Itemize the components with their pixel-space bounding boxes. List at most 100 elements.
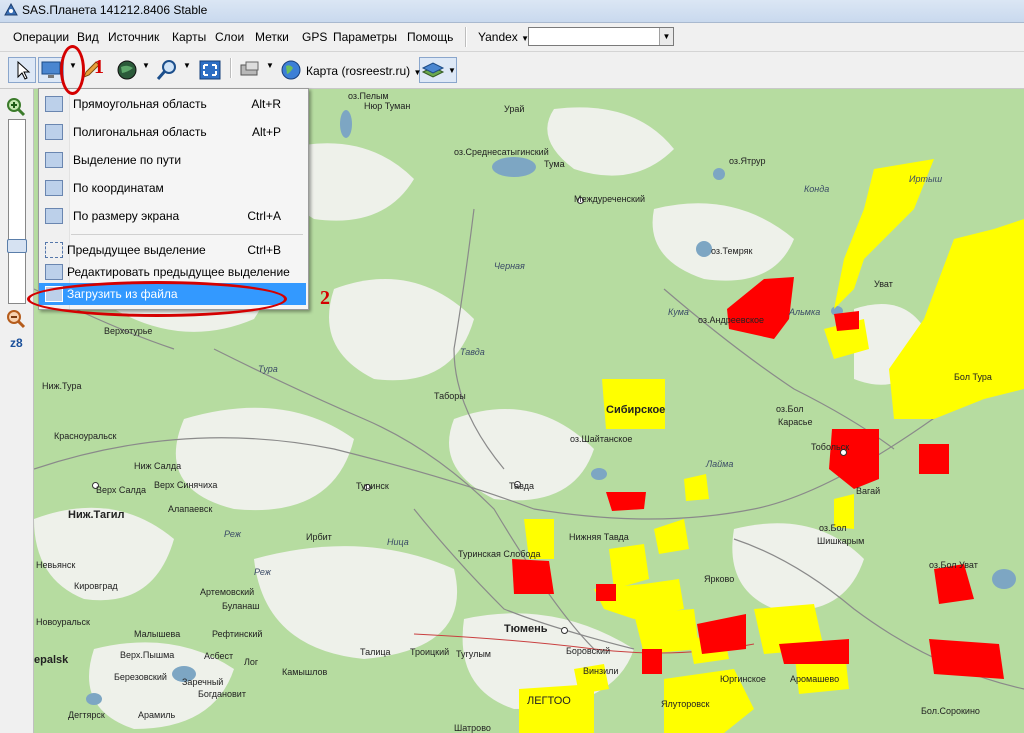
- title-bar: SAS.Планета 141212.8406 Stable: [0, 0, 1024, 23]
- menu-item-shortcut: Alt+R: [251, 97, 281, 111]
- polygon-area-icon: [45, 124, 63, 140]
- chevron-down-icon: ▼: [413, 68, 422, 77]
- menu-item-path-selection[interactable]: Выделение по пути: [39, 149, 306, 171]
- map-label: Тума: [544, 159, 565, 169]
- search-input[interactable]: ▼: [528, 27, 674, 46]
- map-source-label: Карта (rosreestr.ru): [306, 64, 411, 78]
- map-label: оз.Среднесатыгинский: [454, 147, 549, 157]
- menu-operations[interactable]: Операции: [13, 30, 69, 44]
- map-label: Артемовский: [200, 587, 255, 597]
- menu-item-by-coordinates[interactable]: По координатам: [39, 177, 306, 199]
- map-label: Буланаш: [222, 601, 260, 611]
- map-label: Дегтярск: [68, 710, 105, 720]
- fullscreen-icon[interactable]: [198, 59, 222, 81]
- map-label: оз.Бол: [776, 404, 804, 414]
- satellite-icon[interactable]: [238, 59, 264, 81]
- search-provider-label: Yandex: [478, 30, 518, 44]
- monitor-icon: [45, 208, 63, 224]
- menu-item-shortcut: Ctrl+A: [247, 209, 281, 223]
- map-label: Верх.Пышма: [120, 650, 175, 660]
- map-label: Кума: [668, 307, 689, 317]
- pointer-tool-button[interactable]: [8, 57, 36, 83]
- annotation-circle-1: [60, 45, 85, 95]
- map-label: Аромашево: [790, 674, 840, 684]
- menu-marks[interactable]: Метки: [255, 30, 289, 44]
- chevron-down-icon[interactable]: ▼: [142, 61, 150, 70]
- annotation-ellipse-2: [27, 281, 287, 317]
- menu-item-previous-selection[interactable]: Предыдущее выделение Ctrl+B: [39, 239, 306, 261]
- map-label: Новоуральск: [36, 617, 90, 627]
- menu-settings[interactable]: Параметры: [333, 30, 397, 44]
- layers-button[interactable]: ▼: [419, 57, 457, 83]
- rectangle-area-icon: [45, 96, 63, 112]
- menu-item-label: По размеру экрана: [73, 209, 180, 223]
- window-title: SAS.Планета 141212.8406 Stable: [22, 3, 208, 17]
- map-label: Ниж Салда: [134, 461, 182, 471]
- map-label: Реж: [224, 529, 241, 539]
- map-label: оз.Бол Уват: [929, 560, 978, 570]
- menu-maps[interactable]: Карты: [172, 30, 206, 44]
- menu-separator: [71, 234, 303, 235]
- map-label: Ярково: [704, 574, 735, 584]
- map-label: Ялуторовск: [661, 699, 710, 709]
- globe-icon[interactable]: [116, 59, 138, 81]
- search-provider-button[interactable]: Yandex ▼: [478, 30, 529, 44]
- zoom-in-icon[interactable]: [6, 97, 26, 117]
- annotation-number-1: 1: [94, 56, 104, 78]
- zoom-slider-track[interactable]: [8, 119, 26, 304]
- zoom-out-icon[interactable]: [6, 309, 26, 329]
- map-label: Бол Тура: [954, 372, 992, 382]
- cursor-arrow-icon: [17, 60, 31, 80]
- map-label: Вагай: [856, 486, 881, 496]
- menu-help[interactable]: Помощь: [407, 30, 453, 44]
- menu-item-shortcut: Alt+P: [251, 125, 281, 139]
- menu-separator: [465, 27, 467, 47]
- map-label: Междуреченский: [574, 194, 646, 204]
- zoom-magnifier-icon[interactable]: [155, 58, 179, 82]
- earth-icon: [281, 60, 301, 80]
- map-label: Богдановит: [198, 689, 246, 699]
- layers-icon: [421, 62, 445, 78]
- zoom-slider-thumb[interactable]: [7, 239, 27, 253]
- map-label: Черная: [494, 261, 525, 271]
- map-label: Невьянск: [36, 560, 76, 570]
- map-label: Камышлов: [282, 667, 328, 677]
- map-label: Винзили: [583, 666, 619, 676]
- city-label-partial: ерalsk: [34, 654, 69, 666]
- map-label: Алапаевск: [168, 504, 213, 514]
- map-label: Тобольск: [811, 442, 850, 452]
- map-label: Карасье: [778, 417, 813, 427]
- chevron-down-icon[interactable]: ▼: [183, 61, 191, 70]
- map-label: Туринская Слобода: [458, 549, 541, 559]
- chevron-down-icon[interactable]: ▼: [266, 61, 274, 70]
- map-label: оз.Андреевское: [698, 315, 765, 325]
- map-label: Арамиль: [138, 710, 176, 720]
- menu-item-label: Предыдущее выделение: [67, 243, 206, 257]
- map-label: Реж: [254, 567, 271, 577]
- menu-item-rectangle-area[interactable]: Прямоугольная область Alt+R: [39, 93, 306, 115]
- coordinates-icon: [45, 180, 63, 196]
- menu-view[interactable]: Вид: [77, 30, 99, 44]
- menu-item-edit-previous-selection[interactable]: Редактировать предыдущее выделение: [39, 261, 306, 283]
- menu-item-screen-size[interactable]: По размеру экрана Ctrl+A: [39, 205, 306, 227]
- city-marker: [561, 627, 568, 634]
- city-label-tyumen: Тюмень: [504, 623, 548, 635]
- dashed-selection-icon: [45, 242, 63, 258]
- menu-source[interactable]: Источник: [108, 30, 159, 44]
- map-label: оз.Темряк: [711, 246, 753, 256]
- zoom-level-label: z8: [10, 336, 23, 350]
- selection-dropdown-menu: Прямоугольная область Alt+R Полигональна…: [38, 88, 309, 310]
- chevron-down-icon[interactable]: ▼: [659, 28, 673, 45]
- map-label: Нижняя Тавда: [569, 532, 629, 542]
- map-label: Бол.Сорокино: [921, 706, 980, 716]
- toolbar: ▼ ▼ ▼ ▼ ▼: [0, 52, 1024, 89]
- menu-item-polygon-area[interactable]: Полигональная область Alt+P: [39, 121, 306, 143]
- map-label: Верх Салда: [96, 485, 147, 495]
- menu-item-label: Выделение по пути: [73, 153, 182, 167]
- map-label: Шатрово: [454, 723, 491, 733]
- menu-gps[interactable]: GPS: [302, 30, 327, 44]
- menu-layers[interactable]: Слои: [215, 30, 244, 44]
- map-label: Тура: [258, 364, 278, 374]
- map-source-button[interactable]: Карта (rosreestr.ru) ▼: [306, 64, 421, 78]
- overlay-label: Сибирское: [606, 404, 666, 416]
